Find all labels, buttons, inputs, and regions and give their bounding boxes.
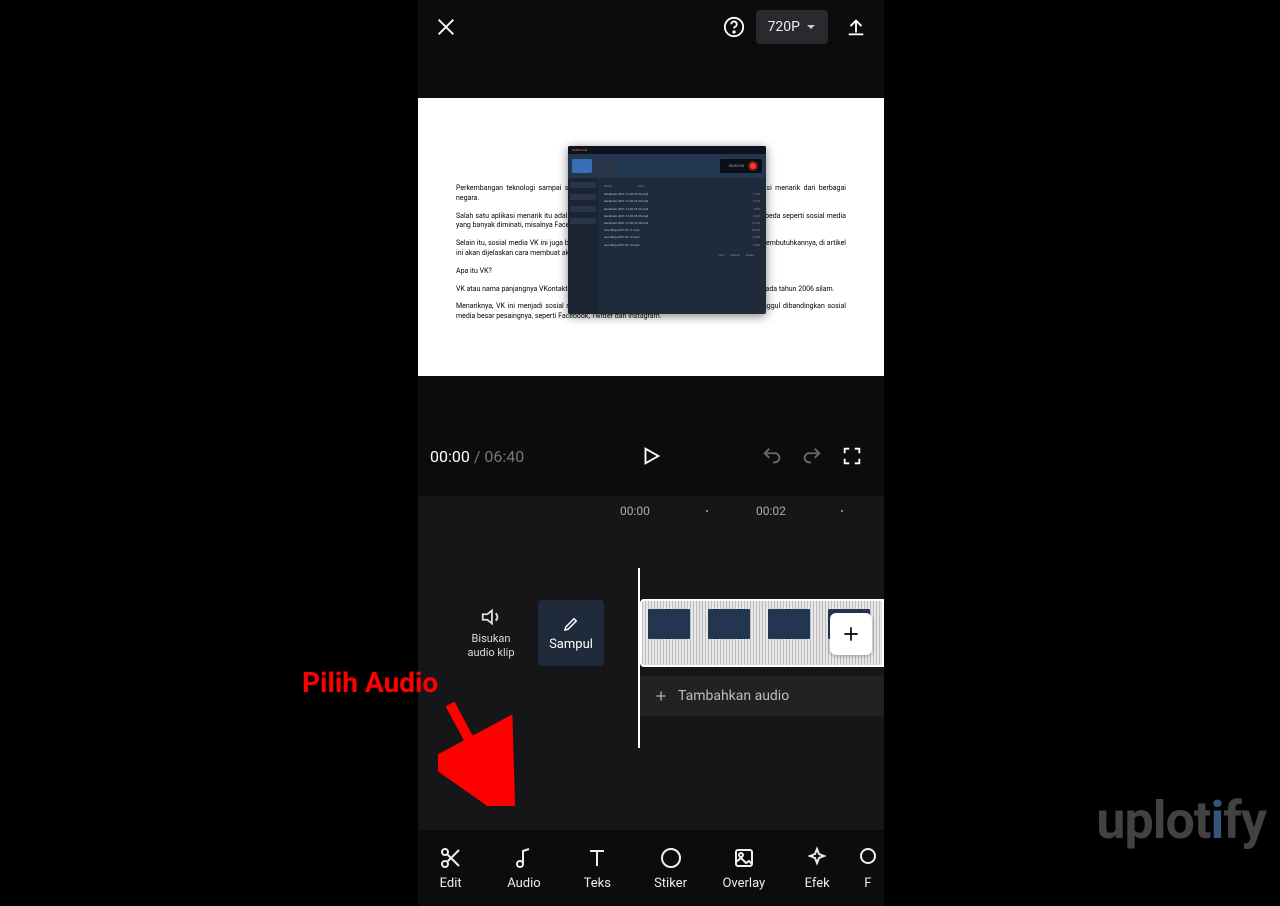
close-icon [435, 16, 457, 38]
mute-label-1: Bisukan [458, 632, 524, 646]
export-button[interactable] [838, 9, 874, 45]
plus-icon [841, 624, 861, 644]
preview-overlay-window: BANDICAM 00:00:00 NameSize bandicam 2021… [568, 146, 766, 314]
sticker-icon [659, 846, 683, 870]
add-audio-track[interactable]: Tambahkan audio [640, 676, 884, 716]
tab-label: F [864, 876, 871, 891]
chevron-down-icon [806, 22, 816, 32]
plus-icon [654, 689, 668, 703]
time-separator: / [470, 447, 485, 466]
video-preview[interactable]: Perkembangan teknologi sampai sekarang m… [418, 98, 884, 376]
annotation-text: Pilih Audio [302, 666, 438, 699]
tab-label: Edit [440, 876, 462, 891]
help-icon [723, 16, 745, 38]
tab-sticker[interactable]: Stiker [634, 846, 707, 891]
speaker-icon [480, 606, 502, 628]
add-audio-label: Tambahkan audio [678, 688, 789, 704]
text-icon [585, 846, 609, 870]
play-button[interactable] [631, 436, 671, 476]
cover-button[interactable]: Sampul [538, 600, 604, 666]
ruler-tick-dot [706, 510, 708, 512]
play-icon [640, 445, 662, 467]
tab-text[interactable]: Teks [561, 846, 634, 891]
tab-audio[interactable]: Audio [487, 846, 560, 891]
tab-label: Overlay [722, 876, 765, 891]
mute-label-2: audio klip [458, 646, 524, 660]
time-total: 06:40 [484, 447, 524, 466]
tab-label: Efek [805, 876, 830, 891]
record-icon [748, 161, 758, 171]
resolution-label: 720P [768, 19, 800, 35]
export-icon [845, 16, 867, 38]
overlay-time: 00:00:00 [729, 163, 744, 169]
video-clip[interactable] [640, 599, 884, 667]
tab-label: Teks [584, 876, 611, 891]
overlay-titlebar: BANDICAM [568, 146, 766, 154]
redo-button[interactable] [792, 436, 832, 476]
pencil-icon [562, 615, 580, 633]
ruler-tick-label: 00:00 [620, 504, 650, 518]
time-current: 00:00 [430, 447, 470, 466]
ruler-tick-label: 00:02 [756, 504, 786, 518]
tab-more[interactable]: F [854, 846, 882, 891]
resolution-button[interactable]: 720P [756, 10, 828, 44]
sparkle-icon [805, 846, 829, 870]
ruler-tick-dot [841, 510, 843, 512]
watermark: uplotify [1096, 790, 1266, 851]
add-clip-button[interactable] [830, 613, 872, 655]
scissors-icon [439, 846, 463, 870]
redo-icon [801, 445, 823, 467]
tab-edit[interactable]: Edit [418, 846, 487, 891]
bottom-toolbar: Edit Audio Teks Stiker Overlay Efek [418, 830, 884, 906]
timeline[interactable]: 00:00 00:02 Bisukan audio klip Sampul [418, 496, 884, 906]
tab-overlay[interactable]: Overlay [707, 846, 780, 891]
video-editor-panel: 720P Perkembangan teknologi sampai sekar… [418, 0, 884, 871]
watermark-part-a: uplot [1096, 790, 1210, 851]
timeline-ruler[interactable]: 00:00 00:02 [418, 496, 884, 526]
video-track-row: Bisukan audio klip Sampul [418, 600, 884, 666]
top-toolbar: 720P [418, 0, 884, 54]
tab-label: Stiker [654, 876, 687, 891]
undo-icon [761, 445, 783, 467]
music-note-icon [512, 846, 536, 870]
cover-label: Sampul [549, 637, 593, 652]
overlay-toolbar: 00:00:00 [568, 154, 766, 178]
watermark-part-c: fy [1223, 790, 1266, 851]
playback-bar: 00:00 / 06:40 [418, 436, 884, 476]
close-button[interactable] [428, 9, 464, 45]
fullscreen-icon [841, 445, 863, 467]
time-display: 00:00 / 06:40 [430, 447, 524, 466]
undo-button[interactable] [752, 436, 792, 476]
fullscreen-button[interactable] [832, 436, 872, 476]
tab-label: Audio [507, 876, 540, 891]
tab-effect[interactable]: Efek [780, 846, 853, 891]
help-button[interactable] [716, 9, 752, 45]
watermark-part-b: i [1210, 790, 1223, 851]
mute-clip-button[interactable]: Bisukan audio klip [458, 606, 524, 661]
filter-icon [856, 846, 880, 870]
overlay-icon [732, 846, 756, 870]
